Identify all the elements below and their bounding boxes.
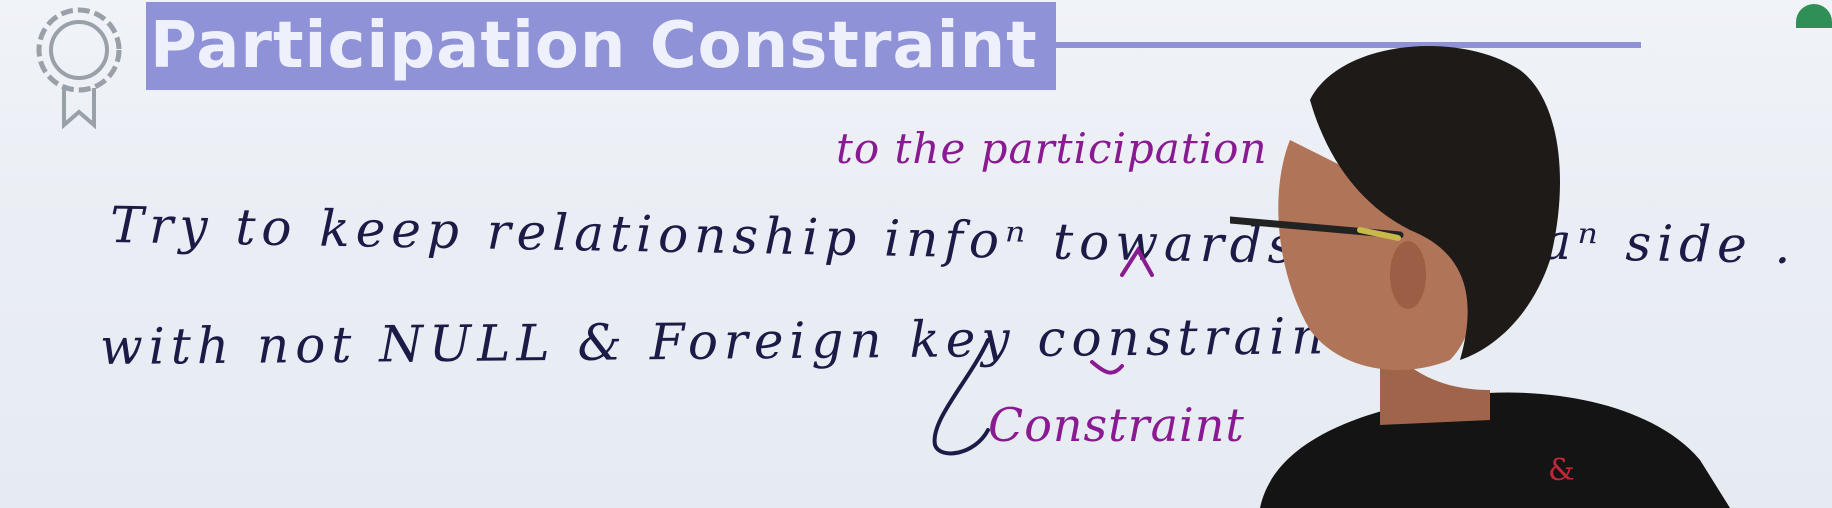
ink-caret-stroke [1120, 246, 1154, 277]
ink-hook-stroke [932, 338, 990, 456]
speaker-shirt [1260, 392, 1730, 508]
speaker-ear [1390, 241, 1426, 309]
ink-tick-stroke [1090, 360, 1124, 375]
shirt-logo: & [1548, 453, 1575, 488]
speaker-figure: & [1230, 45, 1730, 508]
whiteboard-scene: Participation Constraint to the particip… [0, 0, 1832, 508]
